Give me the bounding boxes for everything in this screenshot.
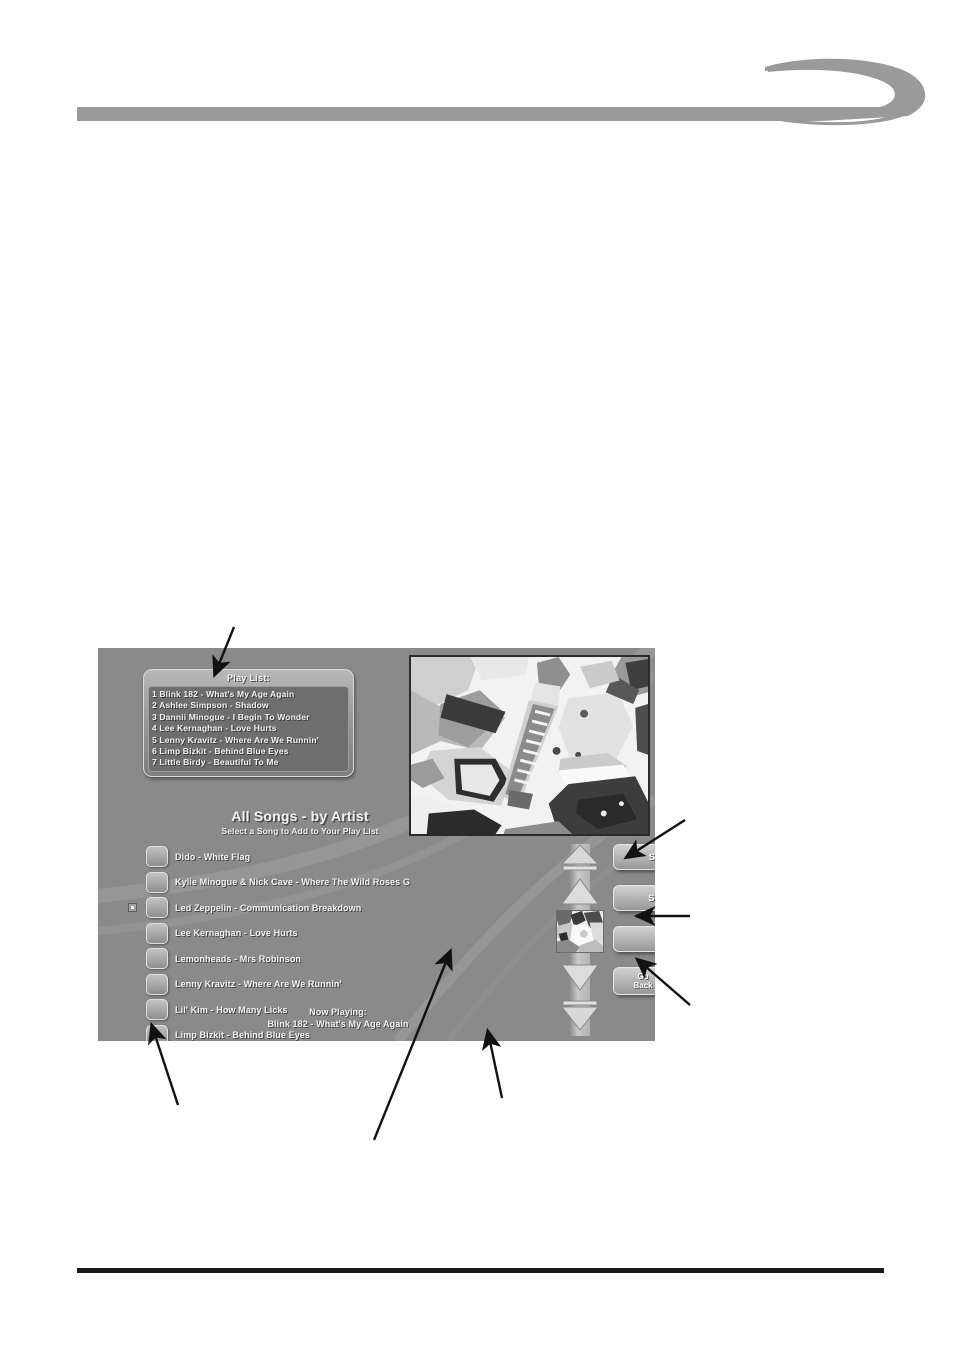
playlist-item[interactable]: 1 Blink 182 - What's My Age Again bbox=[152, 689, 345, 700]
playlist-panel[interactable]: Play List: 1 Blink 182 - What's My Age A… bbox=[143, 669, 354, 777]
song-checkbox[interactable] bbox=[146, 922, 168, 944]
scroll-thumbnail-image[interactable] bbox=[556, 910, 604, 953]
playlist-item[interactable]: 2 Ashlee Simpson - Shadow bbox=[152, 700, 345, 711]
set-random-button[interactable]: Set Random bbox=[613, 844, 655, 870]
song-label: Lee Kernaghan - Love Hurts bbox=[175, 928, 298, 939]
scroll-controls bbox=[556, 844, 604, 1036]
song-label: Led Zeppelin - Communication Breakdown bbox=[175, 902, 362, 913]
playlist-item[interactable]: 4 Lee Kernaghan - Love Hurts bbox=[152, 723, 345, 734]
side-button-group: Set Random Sort By Title A - Z Go Back O… bbox=[613, 844, 655, 995]
playlist-items[interactable]: 1 Blink 182 - What's My Age Again 2 Ashl… bbox=[148, 686, 349, 772]
song-label: Lemonheads - Mrs Robinson bbox=[175, 953, 302, 964]
sort-by-title-button[interactable]: Sort By Title bbox=[613, 885, 655, 911]
page-up-arrow-icon[interactable] bbox=[558, 842, 602, 872]
now-playing: Now Playing: Blink 182 - What's My Age A… bbox=[158, 1006, 518, 1030]
section-heading: All Songs - by Artist Select a Song to A… bbox=[140, 808, 460, 837]
song-row[interactable]: Kylie Minogue & Nick Cave - Where The Wi… bbox=[128, 870, 478, 896]
song-row[interactable]: Lenny Kravitz - Where Are We Runnin' bbox=[128, 972, 478, 998]
song-row[interactable]: Lee Kernaghan - Love Hurts bbox=[128, 921, 478, 947]
sort-by-title-label: Sort By Title bbox=[648, 892, 655, 904]
page-down-arrow-icon[interactable] bbox=[558, 999, 602, 1031]
line-up-arrow-icon[interactable] bbox=[558, 876, 602, 906]
go-back-label-line2: Back bbox=[633, 981, 653, 990]
song-row[interactable]: Dido - White Flag bbox=[128, 844, 478, 870]
song-checkbox[interactable] bbox=[146, 846, 168, 868]
song-checkbox[interactable] bbox=[146, 973, 168, 995]
bottom-button-row: Go Back Options Menu bbox=[613, 967, 655, 995]
row-marker-icon bbox=[128, 903, 137, 913]
song-label: Kylie Minogue & Nick Cave - Where The Wi… bbox=[175, 877, 410, 888]
page-footer-rule bbox=[77, 1268, 884, 1273]
song-label: Limp Bizkit - Behind Blue Eyes bbox=[175, 1030, 311, 1041]
now-playing-track: Blink 182 - What's My Age Again bbox=[267, 1019, 409, 1029]
song-checkbox[interactable] bbox=[146, 871, 168, 893]
playlist-title: Play List: bbox=[226, 673, 270, 683]
set-random-label: Set Random bbox=[648, 851, 655, 863]
go-back-label-line1: Go bbox=[637, 971, 649, 981]
song-checkbox[interactable] bbox=[146, 948, 168, 970]
playlist-item[interactable]: 7 Little Birdy - Beautiful To Me bbox=[152, 757, 345, 768]
song-label: Lenny Kravitz - Where Are We Runnin' bbox=[175, 979, 342, 990]
song-label: Dido - White Flag bbox=[175, 851, 251, 862]
playlist-item[interactable]: 5 Lenny Kravitz - Where Are We Runnin' bbox=[152, 735, 345, 746]
a-z-button[interactable]: A - Z bbox=[613, 926, 655, 952]
now-playing-label: Now Playing: bbox=[309, 1007, 367, 1017]
section-title: All Songs - by Artist bbox=[231, 808, 369, 824]
section-subtitle: Select a Song to Add to Your Play List bbox=[221, 826, 379, 836]
playlist-item[interactable]: 3 Dannii Minogue - I Begin To Wonder bbox=[152, 712, 345, 723]
song-checkbox[interactable] bbox=[146, 897, 168, 919]
go-back-button[interactable]: Go Back bbox=[613, 967, 655, 995]
song-row[interactable]: Led Zeppelin - Communication Breakdown bbox=[128, 895, 478, 921]
playlist-item[interactable]: 6 Limp Bizkit - Behind Blue Eyes bbox=[152, 746, 345, 757]
line-down-arrow-icon[interactable] bbox=[558, 962, 602, 992]
song-row[interactable]: Lemonheads - Mrs Robinson bbox=[128, 946, 478, 972]
page-header-decoration bbox=[77, 58, 926, 126]
callout-page-down bbox=[481, 1027, 504, 1099]
jukebox-screen: Play List: 1 Blink 182 - What's My Age A… bbox=[98, 648, 655, 1041]
